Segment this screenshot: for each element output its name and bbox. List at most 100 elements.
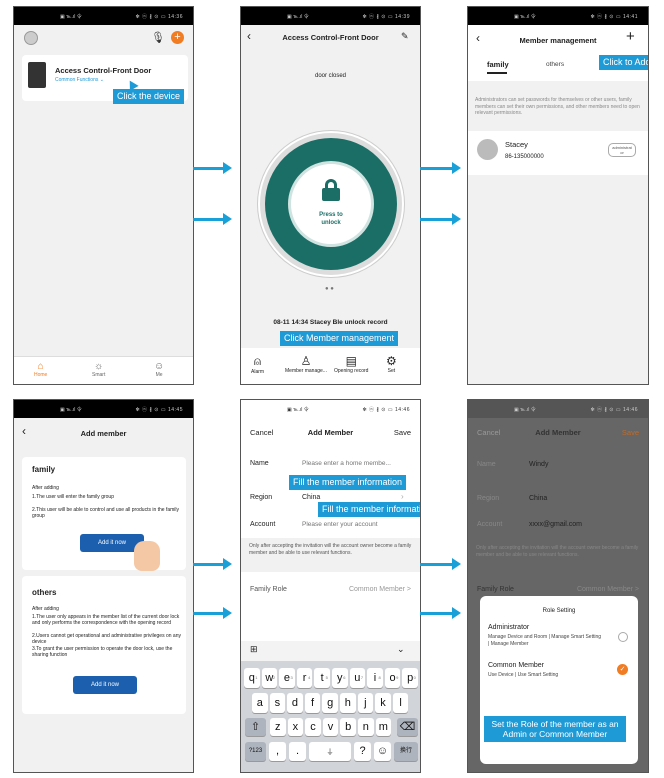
key-f[interactable]: f	[304, 693, 321, 713]
name-input[interactable]	[302, 457, 414, 469]
callout-fill-info-1: Fill the member information	[289, 475, 407, 490]
avatar[interactable]	[24, 31, 38, 45]
radio-unchecked[interactable]	[618, 632, 628, 642]
invitation-note: Only after accepting the invitation will…	[249, 543, 412, 556]
role-badge: administrat or	[608, 143, 636, 157]
add-icon[interactable]: +	[171, 31, 184, 44]
edit-icon[interactable]: ✎	[401, 31, 409, 42]
save-button[interactable]: Save	[394, 428, 411, 437]
member-name: Stacey	[505, 140, 528, 149]
key-z[interactable]: z	[270, 718, 286, 736]
key-dot[interactable]: .	[289, 742, 306, 761]
arrow-right	[420, 162, 461, 174]
bottom-nav: ⌂ Home ☼ Smart ☺ Me	[14, 356, 193, 384]
key-q[interactable]: q1	[244, 668, 260, 688]
region-value[interactable]: China	[302, 494, 320, 501]
others-title: others	[32, 588, 57, 597]
tab-others[interactable]: others	[546, 61, 564, 68]
region-value[interactable]: China	[529, 495, 547, 502]
key-comma[interactable]: ,	[269, 742, 286, 761]
member-row[interactable]: Stacey 86-135000000 administrat or	[468, 131, 648, 175]
key-c[interactable]: c	[305, 718, 321, 736]
lock-icon	[321, 179, 341, 201]
family-line-1: 1.The user will enter the family group	[32, 494, 114, 500]
account-value[interactable]: xxxx@gmail.com	[529, 521, 582, 528]
key-enter[interactable]: 换行	[394, 742, 418, 761]
key-g[interactable]: g	[322, 693, 338, 713]
key-e[interactable]: e3	[279, 668, 295, 688]
avatar	[477, 139, 498, 160]
tab-set[interactable]: ⚙ Set	[386, 354, 397, 374]
tab-family[interactable]: family	[487, 60, 509, 69]
key-d[interactable]: d	[287, 693, 303, 713]
key-o[interactable]: o9	[384, 668, 401, 688]
key-w[interactable]: w2	[261, 668, 278, 688]
key-r[interactable]: r4	[296, 668, 313, 688]
family-role-value[interactable]: Common Member >	[577, 586, 639, 593]
key-emoji[interactable]: ☺	[374, 742, 391, 761]
add-member-icon[interactable]: +	[626, 28, 635, 45]
others-card: others After adding 1.The user only appe…	[22, 576, 186, 714]
panel-add-member-type: ▣ ℡.ıl 令 ✻ ⓝ ∦ ⊙ ▭ 14:45 ‹ Add member fam…	[13, 399, 194, 773]
key-backspace[interactable]: ⌫	[397, 718, 418, 736]
emoji-icon: ☺	[376, 745, 389, 757]
family-title: family	[32, 465, 56, 474]
key-m[interactable]: m	[375, 718, 392, 736]
key-space[interactable]: ⏚	[309, 742, 351, 761]
key-k[interactable]: k	[375, 693, 391, 713]
key-u[interactable]: u7	[349, 668, 366, 688]
common-option[interactable]: Common Member Use Device | Use Smart Set…	[488, 662, 633, 692]
panel-add-member-form: ▣ ℡.ıl 令 ✻ ⓝ ∦ ⊙ ▭ 14:46 Cancel Add Membe…	[240, 399, 421, 773]
keyboard-hide-icon[interactable]: ⌄	[397, 644, 405, 655]
microphone-icon: ⏚	[326, 749, 334, 756]
key-p[interactable]: p0	[402, 668, 418, 688]
key-j[interactable]: j	[357, 693, 374, 713]
arrow-right	[420, 558, 461, 570]
tab-alarm[interactable]: ⍝ Alarm	[251, 354, 264, 375]
unlock-record[interactable]: 08-11 14:34 Stacey Ble unlock record	[241, 319, 420, 326]
arrow-right	[193, 162, 232, 174]
name-label: Name	[250, 460, 269, 467]
nav-home[interactable]: ⌂ Home	[34, 361, 47, 378]
key-y[interactable]: y6	[332, 668, 348, 688]
key-shift[interactable]: ⇧	[245, 718, 266, 736]
account-input[interactable]	[302, 518, 414, 530]
tab-opening-record[interactable]: ▤ Opening record	[334, 354, 368, 374]
others-add-button[interactable]: Add it now	[73, 676, 137, 694]
key-question[interactable]: ?	[354, 742, 371, 761]
key-v[interactable]: v	[322, 718, 339, 736]
unlock-button[interactable]: Press to unlock	[288, 161, 374, 247]
microphone-icon[interactable]: 🎙	[151, 31, 165, 44]
panel-role-setting: ▣ ℡.ıl 令 ✻ ⓝ ∦ ⊙ ▭ 14:46 Cancel Add Membe…	[467, 399, 649, 773]
nav-smart[interactable]: ☼ Smart	[92, 361, 105, 378]
key-l[interactable]: l	[392, 693, 409, 713]
nav-me[interactable]: ☺ Me	[154, 361, 164, 378]
key-i[interactable]: i8	[367, 668, 383, 688]
key-t[interactable]: t5	[314, 668, 330, 688]
keyboard-toolbar	[241, 641, 420, 661]
hand-pointer	[134, 541, 160, 571]
device-sub: Common Functions ⌄	[55, 77, 104, 83]
key-h[interactable]: h	[340, 693, 356, 713]
gear-icon: ⚙	[386, 354, 397, 368]
admin-option[interactable]: Administrator Manage Device and Room | M…	[488, 624, 633, 658]
record-icon: ▤	[345, 354, 357, 368]
tab-member-manage[interactable]: ♙ Member manage...	[285, 354, 327, 374]
invitation-note: Only after accepting the invitation will…	[476, 545, 639, 558]
key-n[interactable]: n	[358, 718, 374, 736]
key-a[interactable]: a	[252, 693, 268, 713]
family-role-value[interactable]: Common Member >	[349, 586, 411, 593]
grid-icon[interactable]: ⊞	[250, 644, 258, 655]
page-title: Member management	[519, 36, 597, 45]
key-x[interactable]: x	[287, 718, 304, 736]
arrow-right	[193, 558, 232, 570]
save-button[interactable]: Save	[622, 428, 639, 437]
member-phone: 86-135000000	[505, 154, 544, 160]
radio-checked[interactable]: ✓	[617, 664, 628, 675]
name-value[interactable]: Windy	[529, 461, 548, 468]
key-s[interactable]: s	[269, 693, 286, 713]
key-b[interactable]: b	[340, 718, 356, 736]
arrow-right	[420, 607, 461, 619]
chevron-right-icon: ›	[401, 492, 404, 501]
key-numbers[interactable]: ?123	[245, 742, 266, 761]
